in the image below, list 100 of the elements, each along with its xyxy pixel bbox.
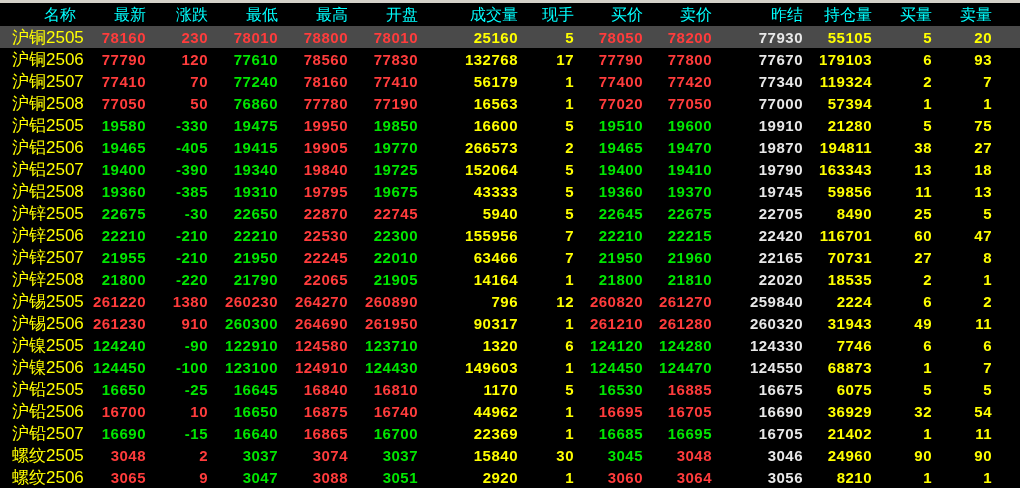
column-header[interactable]: 最新 [80, 6, 146, 23]
table-cell-text: 16700 [100, 403, 146, 419]
table-cell-text: 3047 [241, 469, 278, 485]
column-header[interactable]: 昨结 [712, 6, 803, 23]
table-cell-text: 16865 [302, 425, 348, 441]
table-cell-text: 132768 [463, 51, 518, 67]
table-cell-text: 6 [982, 337, 992, 353]
column-header[interactable]: 卖价 [643, 6, 712, 23]
table-cell-text: 93 [973, 51, 992, 67]
table-cell-text: 1 [982, 95, 992, 111]
table-cell-text: 3064 [675, 469, 712, 485]
column-header[interactable]: 现手 [518, 6, 574, 23]
table-cell-text: 2 [198, 447, 208, 463]
table-cell-text: 22210 [100, 227, 146, 243]
table-cell-text: 19360 [100, 183, 146, 199]
table-cell-text: 260820 [588, 293, 643, 309]
table-cell-text: 78010 [232, 29, 278, 45]
table-cell-text: 119324 [818, 73, 872, 89]
table-cell-text: -210 [174, 227, 208, 243]
table-cell-text: 8210 [835, 469, 872, 485]
table-cell-text: 124280 [657, 337, 712, 353]
table-cell-text: 19340 [232, 161, 278, 177]
table-cell-text: 90 [973, 447, 992, 463]
table-cell-text: 11 [974, 315, 992, 331]
column-header[interactable]: 开盘 [348, 6, 418, 23]
column-header[interactable]: 买价 [574, 6, 643, 23]
table-cell-text: 54 [973, 403, 992, 419]
table-cell-text: 90 [913, 447, 932, 463]
table-cell-text: 27 [913, 249, 932, 265]
table-cell-text: -90 [183, 337, 208, 353]
table-cell-text: 120 [180, 51, 208, 67]
column-header[interactable]: 买量 [872, 6, 932, 23]
table-cell-text: 3065 [109, 469, 146, 485]
table-cell-text: 123100 [223, 359, 278, 375]
column-header[interactable]: 名称 [0, 6, 80, 23]
table-cell-text: 5 [922, 29, 932, 45]
table-cell-text: 77610 [232, 51, 278, 67]
table-cell-text: 19475 [232, 117, 278, 133]
table-cell-text: 8490 [835, 205, 872, 221]
table-cell-text: 1 [564, 425, 574, 441]
table-cell-text: 78010 [372, 29, 418, 45]
table-cell-text: 16645 [232, 381, 278, 397]
table-cell-text: 1 [922, 95, 932, 111]
table-cell-text: 78160 [302, 73, 348, 89]
table-cell-text: 12 [555, 293, 574, 309]
table-cell-text: 19470 [666, 139, 712, 155]
column-header[interactable]: 成交量 [418, 6, 518, 23]
table-cell-text: 13 [913, 161, 932, 177]
table-cell-text: 38 [913, 139, 932, 155]
table-cell-text: 77050 [666, 95, 712, 111]
table-cell-text: -385 [174, 183, 208, 199]
table-cell-text: 78560 [302, 51, 348, 67]
table-cell-text: 6075 [835, 381, 872, 397]
table-cell-text: 3048 [675, 447, 712, 463]
table-cell-text: 6 [922, 51, 932, 67]
table-cell-text: 16650 [232, 403, 278, 419]
table-cell-text: 21950 [597, 249, 643, 265]
table-cell-text: 16705 [757, 425, 803, 441]
table-cell-text: 1 [922, 359, 932, 375]
table-cell-text: 21960 [666, 249, 712, 265]
column-header[interactable]: 最低 [208, 6, 278, 23]
table-cell-text: 22530 [302, 227, 348, 243]
table-cell-text: 124550 [748, 359, 803, 375]
table-cell-text: 3037 [381, 447, 418, 463]
table-cell-text: 22645 [597, 205, 643, 221]
table-cell-text: 1 [922, 425, 932, 441]
column-header[interactable]: 持仓量 [803, 6, 872, 23]
table-cell-text: 22165 [757, 249, 803, 265]
table-cell-text: 70 [189, 73, 208, 89]
table-cell-text: 16600 [472, 117, 518, 133]
table-cell-text: 13 [973, 183, 992, 199]
table-cell-text: 5 [982, 205, 992, 221]
table-cell-text: 16840 [302, 381, 348, 397]
table-cell-text: 78160 [100, 29, 146, 45]
table-cell-text: 124430 [363, 359, 418, 375]
column-header[interactable]: 涨跌 [146, 6, 208, 23]
table-cell-text: 7 [564, 249, 574, 265]
table-row[interactable]: 沪铜2505 78160 230 78010 78800 78010 25160 5 78050 78200 77930 55105 5 20 [0, 26, 1020, 48]
table-cell-text: 22369 [472, 425, 518, 441]
table-cell-text: 19910 [757, 117, 803, 133]
table-cell-text: 19745 [757, 183, 803, 199]
table-cell-text: 16690 [100, 425, 146, 441]
table-cell-text: 11 [974, 425, 992, 441]
column-header[interactable]: 最高 [278, 6, 348, 23]
table-cell-text: 22675 [100, 205, 146, 221]
table-cell-text: 77190 [372, 95, 418, 111]
table-cell-text: 77410 [100, 73, 146, 89]
table-cell-text: 22210 [232, 227, 278, 243]
table-cell-text: 179103 [817, 51, 872, 67]
table-cell-text: 16695 [597, 403, 643, 419]
table-cell-text: 27 [973, 139, 992, 155]
table-cell-text: 19410 [666, 161, 712, 177]
table-cell-text: 22245 [302, 249, 348, 265]
table-cell-text: 78200 [666, 29, 712, 45]
table-cell-text: 19580 [100, 117, 146, 133]
table-cell-text: 2 [922, 73, 932, 89]
table-cell-text: 1 [922, 469, 932, 485]
table-cell-text: 22745 [372, 205, 418, 221]
column-header[interactable]: 卖量 [932, 6, 992, 23]
table-cell-text: 21800 [100, 271, 146, 287]
